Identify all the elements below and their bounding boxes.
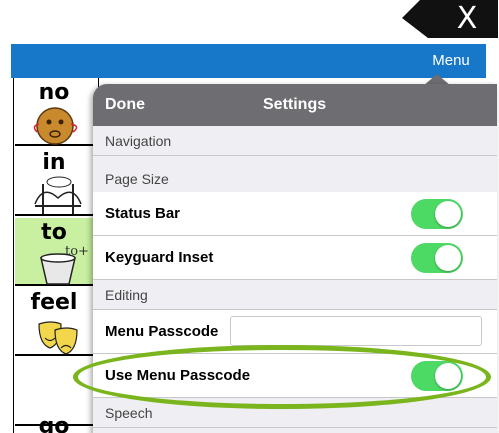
row-label: Use Menu Passcode [105,367,251,384]
menu-passcode-input[interactable] [230,316,482,346]
close-key-label[interactable]: X [452,2,482,36]
keyguard-inset-toggle[interactable] [411,243,463,273]
section-page-size[interactable]: Page Size [93,164,497,194]
board-cell-to[interactable]: to to+ [15,218,98,286]
cell-word: in [42,150,66,175]
toggle-knob [435,363,461,389]
popover-title: Settings [263,96,327,113]
done-button[interactable]: Done [105,84,145,126]
close-key-shape[interactable] [402,0,498,38]
board-cell-go[interactable]: go [15,358,98,433]
section-speech[interactable]: Speech [93,398,497,428]
board-cell-no[interactable]: no [15,78,98,146]
board-cell-in[interactable]: in [15,148,98,216]
grid-line [13,78,14,433]
row-label: Menu Passcode [105,323,219,340]
toggle-knob [435,201,461,227]
use-menu-passcode-toggle[interactable] [411,361,463,391]
status-bar-toggle[interactable] [411,199,463,229]
row-label: Keyguard Inset [105,249,214,266]
cell-word: to [41,220,67,245]
row-status-bar: Status Bar [93,192,497,236]
cell-word: no [38,80,70,105]
row-menu-passcode: Menu Passcode [93,310,497,354]
menu-button[interactable]: Menu [416,44,486,78]
section-navigation[interactable]: Navigation [93,126,497,156]
row-use-menu-passcode: Use Menu Passcode [93,354,497,398]
screen: X Menu no in to to+ feel go Done Setting… [0,0,499,433]
cell-word: go [38,414,70,433]
row-keyguard-inset: Keyguard Inset [93,236,497,280]
cell-word: feel [30,290,78,315]
bucket-icon [40,253,76,285]
popover-header: Done Settings [93,84,497,126]
row-label: Status Bar [105,205,181,222]
bridge-icon [34,176,82,214]
section-editing: Editing [93,280,497,310]
top-bar: Menu [11,44,486,78]
board-cell-feel[interactable]: feel [15,288,98,356]
face-no-icon [33,107,78,145]
settings-popover: Done Settings Navigation Page Size Statu… [93,84,497,433]
theater-masks-icon [38,321,78,355]
toggle-knob [435,245,461,271]
